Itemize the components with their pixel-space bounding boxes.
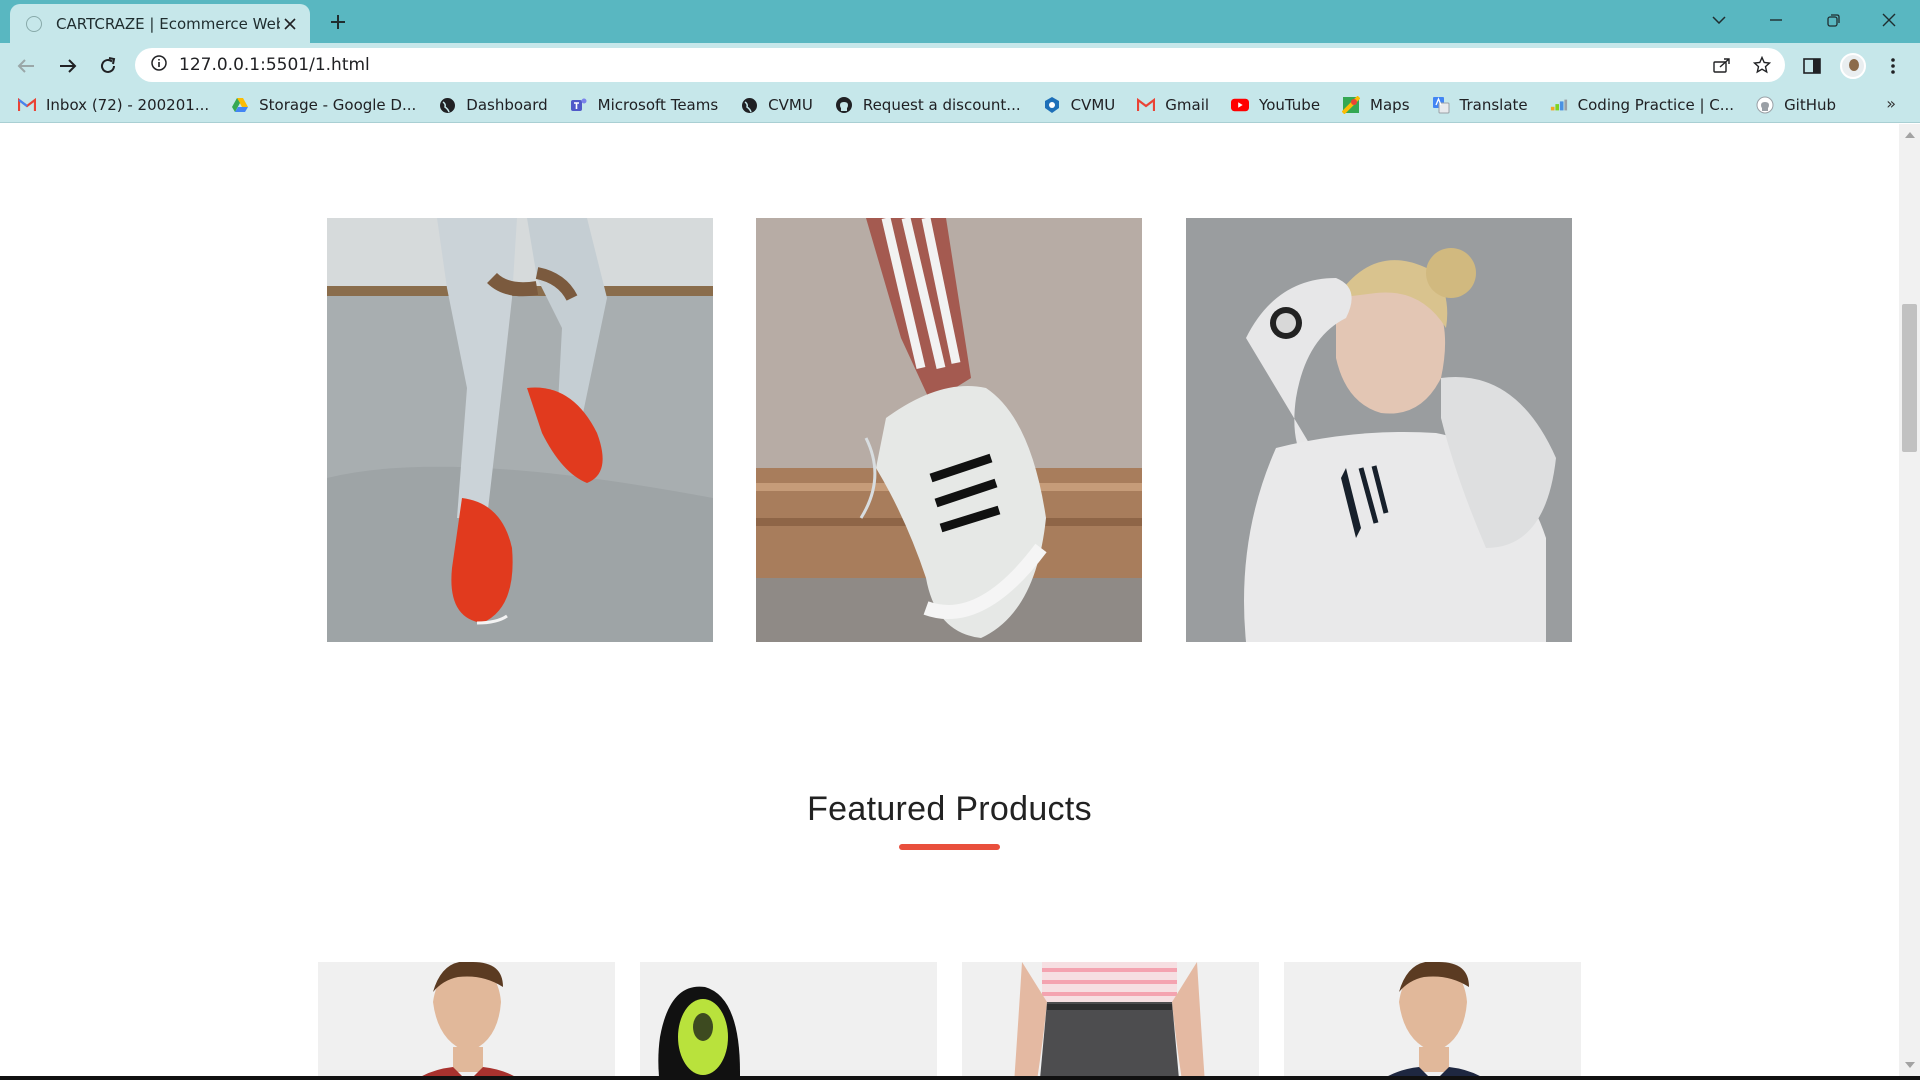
product-card-tshirt-red[interactable] (318, 962, 615, 1076)
page-viewport: Featured Products (0, 124, 1899, 1076)
bookmark-dashboard[interactable]: Dashboard (438, 92, 548, 118)
tab-close-icon[interactable] (280, 14, 300, 34)
scrollbar-thumb[interactable] (1902, 304, 1917, 452)
bookmark-request-discount[interactable]: Request a discount... (835, 92, 1021, 118)
site-favicon-icon (26, 15, 42, 32)
featured-products-heading: Featured Products (807, 790, 1092, 828)
browser-tab-strip: CARTCRAZE | Ecommerce Websit (0, 0, 1920, 43)
browser-tab[interactable]: CARTCRAZE | Ecommerce Websit (10, 4, 310, 43)
share-icon[interactable] (1705, 48, 1739, 82)
taskbar-edge (0, 1076, 1920, 1080)
page-scrollbar[interactable] (1899, 124, 1920, 1076)
bookmark-microsoft-teams[interactable]: Microsoft Teams (570, 92, 718, 118)
bookmark-google-drive[interactable]: Storage - Google D... (231, 92, 416, 118)
bookmark-inbox[interactable]: Inbox (72) - 200201... (18, 92, 209, 118)
google-drive-icon (231, 96, 249, 114)
tab-search-chevron-icon[interactable] (1696, 0, 1742, 40)
globe-icon (740, 96, 758, 114)
browser-menu-icon[interactable] (1876, 49, 1910, 83)
site-info-icon[interactable] (151, 55, 167, 75)
profile-avatar[interactable] (1836, 49, 1870, 83)
gmail-icon (18, 96, 36, 114)
bookmark-star-icon[interactable] (1745, 48, 1779, 82)
reload-icon[interactable] (92, 50, 124, 82)
github-icon (1756, 96, 1774, 114)
bookmark-youtube[interactable]: YouTube (1231, 92, 1320, 118)
banner-superstar-shoe[interactable] (756, 218, 1142, 642)
scroll-up-arrow-icon[interactable] (1905, 132, 1915, 138)
product-card-tshirt-navy[interactable] (1284, 962, 1581, 1076)
bookmark-coding-practice[interactable]: Coding Practice | C... (1550, 92, 1734, 118)
scroll-down-arrow-icon[interactable] (1905, 1062, 1915, 1068)
minimize-icon[interactable] (1753, 0, 1799, 40)
bookmark-translate[interactable]: Translate (1432, 92, 1528, 118)
side-panel-icon[interactable] (1795, 49, 1829, 83)
bookmark-gmail[interactable]: Gmail (1137, 92, 1209, 118)
new-tab-plus-icon[interactable] (325, 9, 351, 35)
youtube-icon (1231, 96, 1250, 114)
back-arrow-icon[interactable] (10, 50, 42, 82)
restore-icon[interactable] (1810, 0, 1856, 40)
product-card-shoe-black[interactable] (640, 962, 937, 1076)
tab-title: CARTCRAZE | Ecommerce Websit (56, 14, 280, 33)
featured-products-underline (899, 844, 1000, 850)
banner-red-sneakers[interactable] (327, 218, 713, 642)
close-window-icon[interactable] (1866, 0, 1912, 40)
globe-icon (438, 96, 456, 114)
forward-arrow-icon[interactable] (52, 50, 84, 82)
browser-toolbar: 127.0.0.1:5501/1.html (0, 43, 1920, 88)
gmail-icon (1137, 96, 1156, 114)
bookmark-cvmu-2[interactable]: CVMU (1043, 92, 1115, 118)
bookmark-cvmu[interactable]: CVMU (740, 92, 813, 118)
bookmark-maps[interactable]: Maps (1342, 92, 1410, 118)
address-bar[interactable]: 127.0.0.1:5501/1.html (135, 48, 1785, 82)
github-icon (835, 96, 853, 114)
teams-icon (570, 96, 588, 114)
banner-hoodie-woman[interactable] (1186, 218, 1572, 642)
maps-icon (1342, 96, 1361, 114)
bookmark-github[interactable]: GitHub (1756, 92, 1836, 118)
product-card-joggers-grey[interactable] (962, 962, 1259, 1076)
coding-icon (1550, 96, 1568, 114)
address-url: 127.0.0.1:5501/1.html (179, 55, 370, 75)
bookmarks-overflow-chevron-icon[interactable]: » (1886, 94, 1896, 113)
cvmu-logo-icon (1043, 96, 1061, 114)
bookmarks-bar: Inbox (72) - 200201... Storage - Google … (0, 88, 1920, 123)
translate-icon (1432, 96, 1450, 114)
